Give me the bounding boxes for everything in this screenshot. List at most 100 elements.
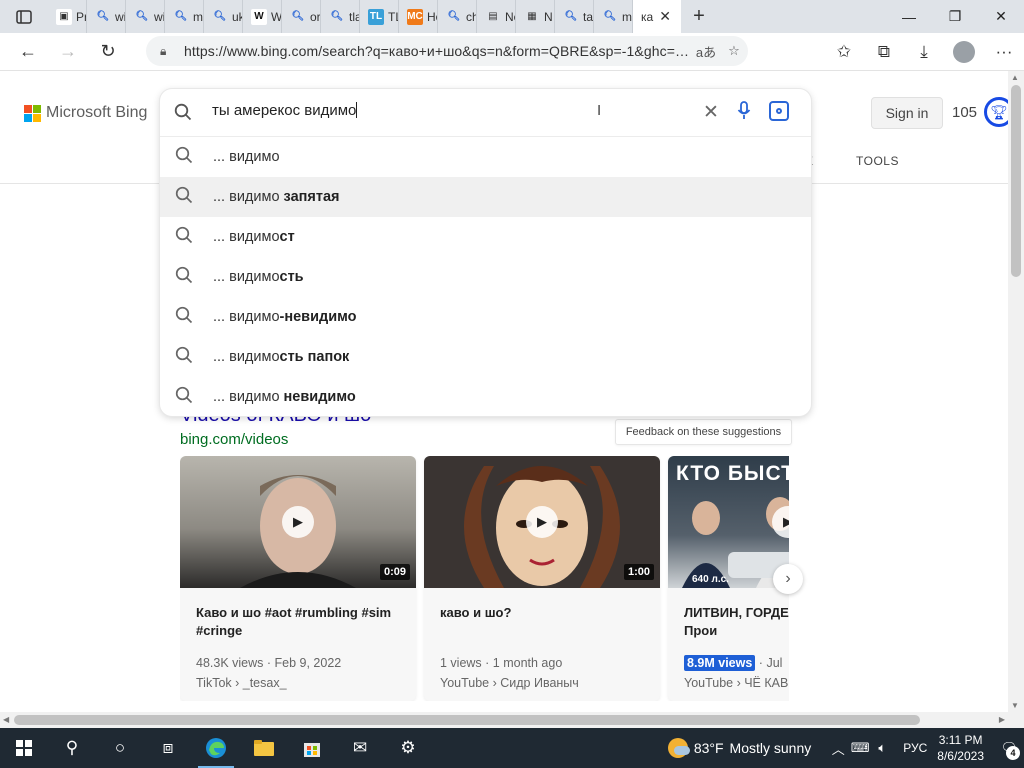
tab-item[interactable]: 🔍︎ wi bbox=[87, 0, 126, 33]
scroll-up-icon[interactable]: ▲ bbox=[1011, 73, 1019, 82]
minimize-button[interactable]: — bbox=[886, 0, 932, 33]
tools-link[interactable]: TOOLS bbox=[856, 154, 899, 168]
video-title[interactable]: Каво и шо #aot #rumbling #sim #cringe bbox=[180, 588, 416, 644]
add-favorite-icon[interactable]: ☆ bbox=[720, 43, 748, 59]
tab-item[interactable]: MC Ho bbox=[399, 0, 438, 33]
tab-label: W bbox=[271, 9, 282, 24]
tab-item[interactable]: 🔍︎ ta bbox=[555, 0, 594, 33]
search-icon bbox=[175, 386, 193, 409]
video-thumbnail[interactable]: КТО БЫСТ 640 л.с. ▶ bbox=[668, 456, 789, 588]
play-icon[interactable]: ▶ bbox=[526, 506, 558, 538]
vertical-scroll-thumb[interactable] bbox=[1011, 85, 1021, 277]
vertical-scrollbar[interactable]: ▲ ▼ bbox=[1008, 71, 1024, 712]
close-window-button[interactable]: ✕ bbox=[978, 0, 1024, 33]
video-title[interactable]: каво и шо? bbox=[424, 588, 660, 644]
tab-item[interactable]: 🔍︎ or bbox=[282, 0, 321, 33]
feedback-button[interactable]: Feedback on these suggestions bbox=[615, 419, 792, 445]
video-card[interactable]: ▶ 1:00 каво и шо? 1 views · 1 month ago … bbox=[424, 456, 660, 701]
task-view-button[interactable]: ⧈ bbox=[144, 728, 192, 768]
search-input[interactable]: ты амерекос видимо bbox=[212, 102, 682, 124]
settings-menu-button[interactable]: ··· bbox=[984, 35, 1024, 69]
search-suggestion[interactable]: ... видимость bbox=[160, 257, 811, 297]
tab-item[interactable]: WW bbox=[243, 0, 282, 33]
scroll-right-icon[interactable]: ▶ bbox=[999, 715, 1005, 724]
notifications-button[interactable]: 🗨︎ 4 bbox=[994, 728, 1024, 768]
mail-button[interactable]: ✉ bbox=[336, 728, 384, 768]
weather-widget[interactable]: 83°F Mostly sunny bbox=[667, 738, 811, 758]
scrollbar-corner bbox=[1008, 712, 1024, 728]
tab-item[interactable]: 🔍︎ m bbox=[165, 0, 204, 33]
language-indicator[interactable]: РУС bbox=[903, 741, 927, 755]
close-tab-icon[interactable]: ✕ bbox=[659, 8, 671, 25]
network-icon[interactable]: ⌨ bbox=[849, 740, 871, 756]
tab-active[interactable]: ка ✕ bbox=[633, 0, 681, 33]
read-aloud-icon[interactable]: aあ bbox=[692, 42, 720, 61]
visual-search-icon[interactable] bbox=[769, 101, 789, 121]
back-button[interactable]: ← bbox=[8, 35, 48, 69]
settings-button[interactable]: ⚙ bbox=[384, 728, 432, 768]
collections-button[interactable]: ⧉ bbox=[864, 35, 904, 69]
task-view-icon: ⧈ bbox=[162, 738, 174, 757]
forward-button[interactable]: → bbox=[48, 35, 88, 69]
file-explorer-button[interactable] bbox=[240, 728, 288, 768]
rewards-count[interactable]: 105 bbox=[952, 104, 977, 121]
chevron-up-icon[interactable]: ︿ bbox=[827, 739, 849, 758]
play-icon[interactable]: ▶ bbox=[282, 506, 314, 538]
video-thumbnail[interactable]: ▶ 0:09 bbox=[180, 456, 416, 588]
search-icon[interactable] bbox=[174, 103, 192, 126]
url-text[interactable]: https://www.bing.com/search?q=каво+и+шо&… bbox=[184, 43, 692, 59]
refresh-button[interactable]: ↻ bbox=[88, 35, 128, 69]
video-card[interactable]: ▶ 0:09 Каво и шо #aot #rumbling #sim #cr… bbox=[180, 456, 416, 701]
notification-count: 4 bbox=[1006, 746, 1020, 760]
search-taskbar-button[interactable]: ⚲ bbox=[48, 728, 96, 768]
tab-item[interactable]: ▣ Pr bbox=[48, 0, 87, 33]
search-suggestion[interactable]: ... видимо-невидимо bbox=[160, 297, 811, 337]
tab-item[interactable]: TL TL bbox=[360, 0, 399, 33]
tab-item[interactable]: 🔍︎ uk bbox=[204, 0, 243, 33]
tab-actions-button[interactable] bbox=[0, 0, 48, 33]
tab-item[interactable]: 🔍︎ ch bbox=[438, 0, 477, 33]
horizontal-scroll-thumb[interactable] bbox=[14, 715, 920, 725]
volume-muted-icon[interactable]: 🔈︎ bbox=[871, 740, 893, 756]
tab-item[interactable]: ▤ Nc bbox=[477, 0, 516, 33]
tab-label: Ho bbox=[427, 9, 437, 24]
scroll-down-icon[interactable]: ▼ bbox=[1011, 701, 1019, 710]
edge-taskbar-button[interactable] bbox=[192, 728, 240, 768]
clock-time: 3:11 PM bbox=[938, 733, 983, 747]
search-suggestion[interactable]: ... видимост bbox=[160, 217, 811, 257]
downloads-button[interactable]: ⤓ bbox=[904, 35, 944, 69]
search-suggestion[interactable]: ... видимо bbox=[160, 137, 811, 177]
scroll-left-icon[interactable]: ◀ bbox=[3, 715, 9, 724]
lock-icon[interactable]: 🔒︎ bbox=[160, 44, 174, 59]
tab-item[interactable]: ▦ N bbox=[516, 0, 555, 33]
clock[interactable]: 3:11 PM 8/6/2023 bbox=[937, 732, 984, 764]
profile-button[interactable] bbox=[944, 35, 984, 69]
cortana-button[interactable]: ○ bbox=[96, 728, 144, 768]
restore-button[interactable]: ❐ bbox=[932, 0, 978, 33]
tab-item[interactable]: 🔍︎ m bbox=[594, 0, 633, 33]
bing-logo[interactable]: Microsoft Bing bbox=[24, 104, 147, 122]
favorites-button[interactable]: ✩ bbox=[824, 35, 864, 69]
tab-label: TL bbox=[388, 9, 398, 24]
videos-source[interactable]: bing.com/videos bbox=[180, 431, 288, 448]
tab-item[interactable]: 🔍︎ tla bbox=[321, 0, 360, 33]
horizontal-scrollbar[interactable]: ◀ ▶ bbox=[0, 712, 1008, 728]
new-tab-button[interactable]: + bbox=[681, 0, 717, 33]
video-thumbnail[interactable]: ▶ 1:00 bbox=[424, 456, 660, 588]
address-bar[interactable]: 🔒︎ https://www.bing.com/search?q=каво+и+… bbox=[146, 36, 748, 66]
rewards-trophy-icon[interactable]: 🏆︎ bbox=[984, 97, 1008, 127]
tab-item[interactable]: 🔍︎ wi bbox=[126, 0, 165, 33]
carousel-next-button[interactable]: › bbox=[773, 564, 803, 594]
start-button[interactable] bbox=[0, 728, 48, 768]
store-button[interactable] bbox=[288, 728, 336, 768]
search-box[interactable]: ты амерекос видимо I ✕ bbox=[160, 89, 811, 137]
search-suggestion[interactable]: ... видимость папок bbox=[160, 337, 811, 377]
sign-in-button[interactable]: Sign in bbox=[871, 97, 943, 129]
microphone-icon[interactable] bbox=[737, 101, 751, 126]
video-title[interactable]: ЛИТВИН, ГОРДЕЙ НА ТРЕКЕ! Прои bbox=[668, 588, 789, 644]
search-suggestion[interactable]: ... видимо запятая bbox=[160, 177, 811, 217]
search-suggestion[interactable]: ... видимо невидимо bbox=[160, 377, 811, 417]
clear-search-icon[interactable]: ✕ bbox=[703, 101, 719, 124]
video-card[interactable]: КТО БЫСТ 640 л.с. ▶ ЛИТВИН, ГОРДЕЙ НА ТР… bbox=[668, 456, 789, 701]
video-meta: 8.9M views · Jul YouTube › ЧЁ КАВ bbox=[668, 644, 789, 693]
